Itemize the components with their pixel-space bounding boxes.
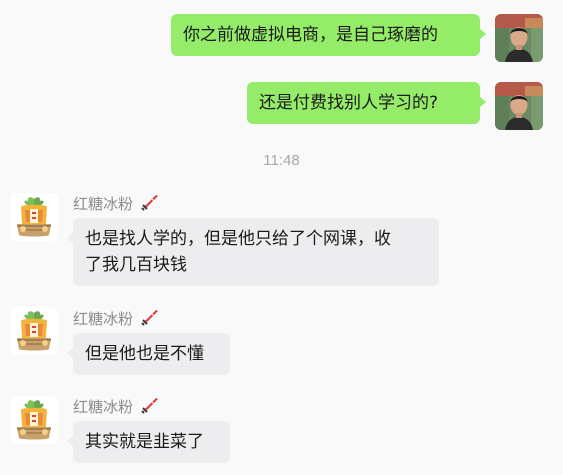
incoming-message-bubble[interactable]: 其实就是韭菜了 [67, 421, 230, 463]
sword-icon [140, 396, 160, 419]
message-text: 但是他也是不懂 [85, 344, 204, 364]
contact-avatar[interactable] [10, 307, 58, 355]
mascot-avatar-icon [10, 193, 58, 241]
self-avatar[interactable] [495, 82, 543, 130]
mascot-avatar-icon [10, 307, 58, 355]
message-text: 其实就是韭菜了 [85, 432, 204, 452]
user-photo-avatar-icon [495, 14, 543, 62]
sender-name-text: 红糖冰粉 [73, 195, 134, 213]
outgoing-message-bubble[interactable]: 还是付费找别人学习的? [247, 82, 486, 124]
contact-avatar[interactable] [10, 396, 58, 444]
sender-name: 红糖冰粉 [73, 308, 160, 328]
contact-avatar[interactable] [10, 193, 58, 241]
message-text-line: 了我几百块钱 [85, 255, 187, 275]
self-avatar[interactable] [495, 14, 543, 62]
message-timestamp: 11:48 [263, 152, 300, 169]
chat-window: 你之前做虚拟电商，是自己琢磨的 还是付费找别人学习的? 11:48 红糖冰粉 也… [0, 0, 563, 475]
sender-name: 红糖冰粉 [73, 396, 160, 416]
incoming-message-bubble[interactable]: 但是他也是不懂 [67, 333, 230, 375]
sword-icon [140, 193, 160, 216]
message-text-line: 也是找人学的，但是他只给了个网课，收 [85, 229, 391, 249]
sender-name-text: 红糖冰粉 [73, 310, 134, 328]
outgoing-message-bubble[interactable]: 你之前做虚拟电商，是自己琢磨的 [171, 14, 486, 56]
message-text: 还是付费找别人学习的? [259, 93, 439, 113]
user-photo-avatar-icon [495, 82, 543, 130]
sword-icon [140, 308, 160, 331]
message-text: 你之前做虚拟电商，是自己琢磨的 [183, 25, 438, 45]
sender-name: 红糖冰粉 [73, 193, 160, 213]
incoming-message-bubble[interactable]: 也是找人学的，但是他只给了个网课，收 了我几百块钱 [67, 218, 439, 286]
sender-name-text: 红糖冰粉 [73, 398, 134, 416]
mascot-avatar-icon [10, 396, 58, 444]
